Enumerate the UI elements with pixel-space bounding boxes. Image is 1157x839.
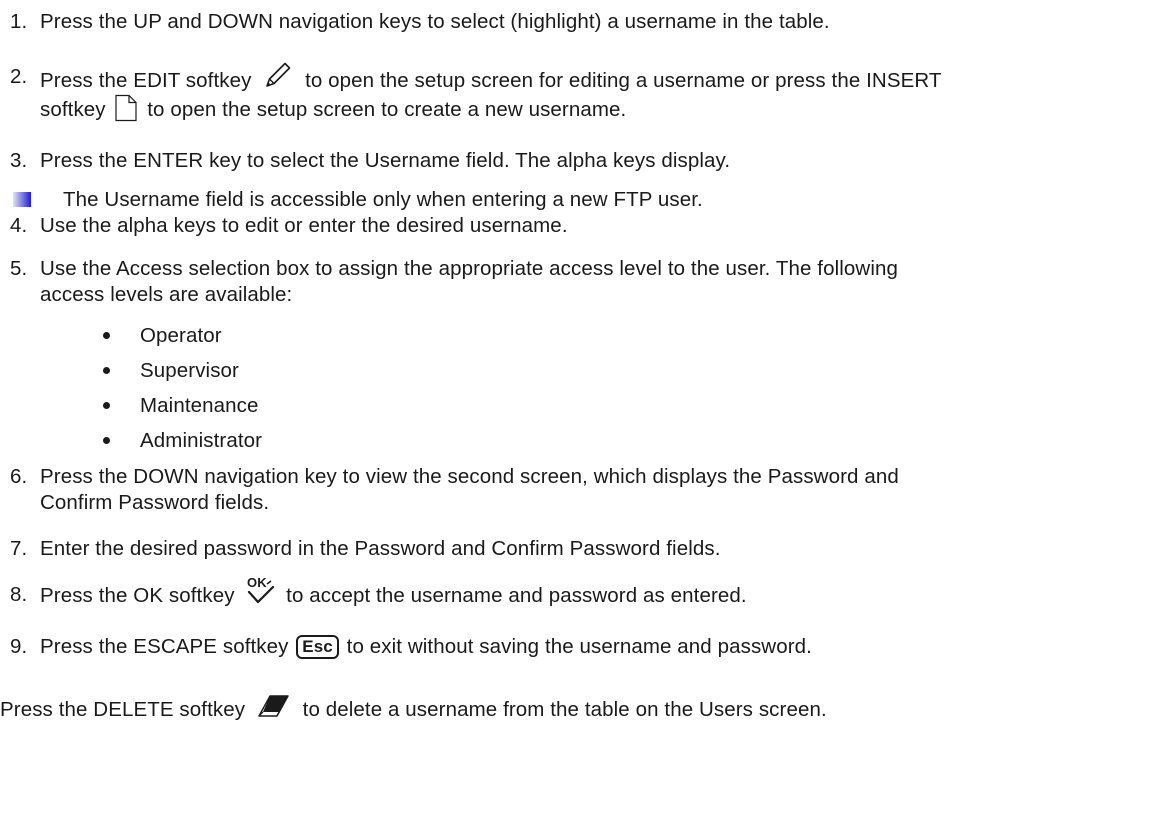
step-text: Press the OK softkey OK to accept the us…	[40, 575, 747, 618]
eraser-icon	[257, 692, 291, 731]
step-number: 2.	[10, 65, 28, 88]
step-text-part: Press the OK softkey	[40, 584, 235, 607]
step-text: Press the ESCAPE softkey Esc to exit wit…	[40, 630, 812, 664]
step-text-part: Press the EDIT softkey	[40, 69, 252, 92]
step-text: Press the ENTER key to select the Userna…	[40, 149, 731, 172]
step-text: Use the alpha keys to edit or enter the …	[40, 214, 568, 237]
document-icon	[114, 94, 138, 131]
step-text: softkey to open the setup screen to crea…	[40, 94, 626, 131]
step-text: Enter the desired password in the Passwo…	[40, 537, 721, 560]
step-number: 8.	[10, 583, 28, 606]
step-text: Use the Access selection box to assign t…	[40, 257, 898, 280]
step-text: access levels are available:	[40, 283, 293, 306]
step-number: 7.	[10, 537, 28, 560]
step-number: 5.	[10, 257, 28, 280]
note-marker-icon	[13, 192, 31, 207]
step-number: 3.	[10, 149, 28, 172]
step-text: Press the UP and DOWN navigation keys to…	[40, 10, 830, 33]
step-number: 1.	[10, 10, 28, 33]
step-text-part: Press the ESCAPE softkey	[40, 635, 289, 658]
step-text-part: softkey	[40, 98, 106, 121]
access-level-item: Operator	[140, 324, 222, 347]
svg-text:OK: OK	[247, 576, 267, 590]
bullet-icon	[103, 402, 110, 409]
ok-check-icon: OK	[244, 575, 276, 618]
bullet-icon	[103, 437, 110, 444]
note-text: The Username field is accessible only wh…	[63, 188, 703, 211]
step-text: Press the DOWN navigation key to view th…	[40, 465, 899, 488]
step-text-part: to accept the username and password as e…	[286, 584, 747, 607]
step-text: Confirm Password fields.	[40, 491, 270, 514]
bullet-icon	[103, 367, 110, 374]
step-number: 6.	[10, 465, 28, 488]
access-level-item: Supervisor	[140, 359, 239, 382]
access-level-item: Maintenance	[140, 394, 259, 417]
esc-key-icon: Esc	[296, 635, 339, 659]
step-text-part: to open the setup screen for editing a u…	[305, 69, 942, 92]
step-text-part: to delete a username from the table on t…	[302, 698, 827, 721]
delete-instruction: Press the DELETE softkey to delete a use…	[0, 692, 827, 731]
access-level-item: Administrator	[140, 429, 263, 452]
step-text-part: to exit without saving the username and …	[346, 635, 812, 658]
bullet-icon	[103, 332, 110, 339]
step-number: 9.	[10, 635, 28, 658]
step-text-part: to open the setup screen to create a new…	[147, 98, 627, 121]
step-text-part: Press the DELETE softkey	[0, 698, 246, 721]
manual-page: 1. Press the UP and DOWN navigation keys…	[0, 0, 1157, 839]
step-number: 4.	[10, 214, 28, 237]
